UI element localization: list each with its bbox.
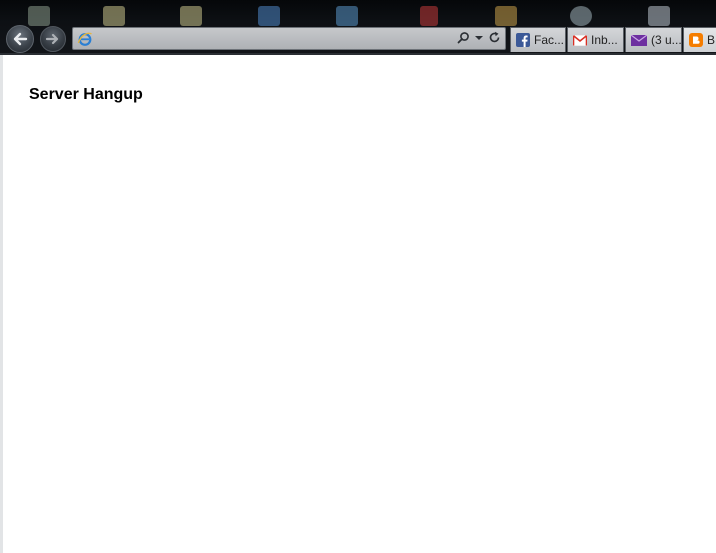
address-bar[interactable] [72, 27, 506, 50]
tab-yahoo-mail[interactable]: (3 u... [625, 27, 682, 52]
address-tools [457, 31, 501, 44]
tab-gmail[interactable]: Inb... [567, 27, 624, 52]
blogger-icon [689, 33, 703, 47]
tab-label: B [707, 33, 716, 47]
tab-facebook[interactable]: Fac... [510, 27, 566, 52]
search-icon[interactable] [457, 31, 470, 44]
desktop-icon-blur [570, 6, 592, 26]
desktop-icon-blur [648, 6, 670, 26]
desktop-icon-blur [103, 6, 125, 26]
tab-blogger[interactable]: B [683, 27, 716, 52]
desktop-icon-blur [28, 6, 50, 26]
yahoo-mail-icon [631, 34, 647, 46]
tab-label: Inb... [591, 33, 618, 47]
arrow-left-icon [13, 32, 28, 46]
arrow-right-icon [45, 33, 59, 45]
desktop-icon-blur [420, 6, 438, 26]
internet-explorer-icon [77, 31, 93, 52]
refresh-icon[interactable] [488, 31, 501, 44]
gmail-icon [573, 34, 587, 46]
window-left-edge [0, 55, 3, 553]
tab-strip: Fac... Inb... (3 u... B [510, 27, 716, 52]
facebook-icon [516, 33, 530, 47]
desktop-icon-blur [336, 6, 358, 26]
desktop-icon-blur [180, 6, 202, 26]
back-button[interactable] [6, 25, 34, 53]
page-content: Server Hangup [0, 55, 716, 553]
browser-chrome: Fac... Inb... (3 u... B [0, 0, 716, 55]
desktop-icon-blur [258, 6, 280, 26]
tab-label: Fac... [534, 33, 565, 47]
desktop-icon-blur [495, 6, 517, 26]
address-input[interactable] [97, 30, 447, 47]
page-title: Server Hangup [29, 86, 143, 103]
tab-label: (3 u... [651, 33, 682, 47]
forward-button[interactable] [40, 26, 66, 52]
dropdown-arrow-icon[interactable] [475, 35, 483, 41]
